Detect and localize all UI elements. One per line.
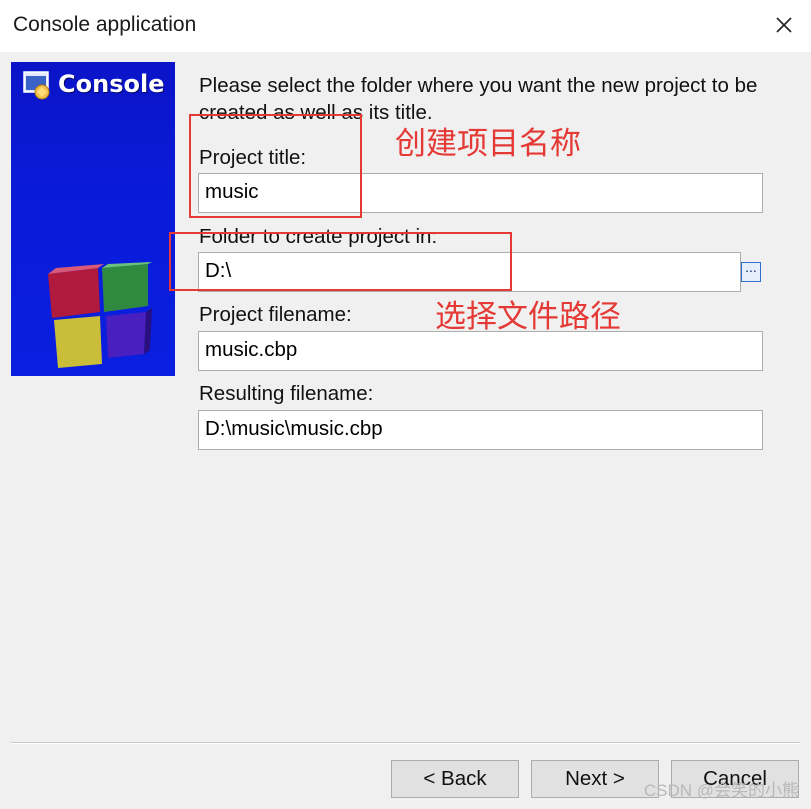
footer-divider bbox=[11, 742, 800, 744]
codeblocks-cube-logo bbox=[48, 262, 152, 368]
banner-title: Console bbox=[58, 70, 165, 98]
next-button[interactable]: Next > bbox=[531, 760, 659, 798]
back-button[interactable]: < Back bbox=[391, 760, 519, 798]
title-bar: Console application bbox=[0, 0, 811, 52]
annotation-project-name: 创建项目名称 bbox=[395, 126, 581, 162]
console-app-icon bbox=[23, 71, 50, 100]
wizard-banner: Console bbox=[11, 62, 175, 376]
watermark: CSDN @会笑的小熊 bbox=[643, 781, 799, 800]
browse-folder-button[interactable]: ... bbox=[741, 260, 761, 282]
annotation-file-path: 选择文件路径 bbox=[435, 299, 621, 335]
project-filename-input[interactable]: music.cbp bbox=[198, 331, 763, 371]
project-filename-label: Project filename: bbox=[199, 303, 352, 326]
resulting-filename-label: Resulting filename: bbox=[199, 382, 374, 405]
window-title: Console application bbox=[13, 13, 197, 36]
annotation-box-folder bbox=[169, 232, 512, 291]
close-icon[interactable] bbox=[771, 12, 797, 38]
resulting-filename-field: D:\music\music.cbp bbox=[198, 410, 763, 450]
annotation-box-project-title bbox=[189, 114, 362, 218]
